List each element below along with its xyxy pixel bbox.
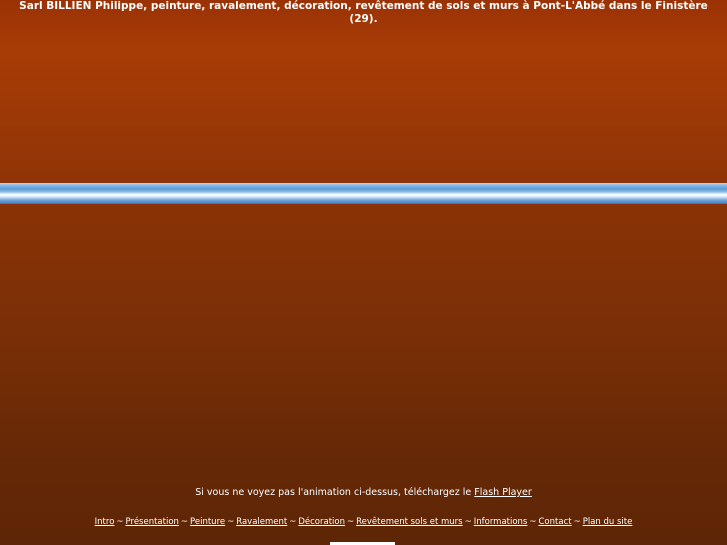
nav-link-plan-du-site[interactable]: Plan du site (583, 517, 633, 527)
page-title-line-2: (29). (349, 13, 378, 25)
nav-separator: ~ (180, 517, 189, 527)
nav-separator: ~ (116, 517, 124, 527)
nav-separator: ~ (464, 517, 472, 527)
nav-link-peinture[interactable]: Peinture (190, 517, 225, 527)
nav-separator: ~ (529, 517, 537, 527)
nav-link-decoration[interactable]: Décoration (298, 517, 345, 527)
nav-link-intro[interactable]: Intro (95, 517, 115, 527)
decorative-blue-band (0, 183, 727, 204)
nav-separator: ~ (573, 517, 581, 527)
nav-link-presentation[interactable]: Présentation (126, 517, 179, 527)
page-header: Sarl BILLIEN Philippe, peinture, ravalem… (0, 0, 727, 26)
nav-separator: ~ (347, 517, 355, 527)
validator-badge[interactable] (329, 541, 396, 545)
nav-link-revetement[interactable]: Revêtement sols et murs (356, 517, 462, 527)
nav-separator: ~ (289, 517, 297, 527)
nav-link-contact[interactable]: Contact (539, 517, 572, 527)
nav-link-informations[interactable]: Informations (474, 517, 528, 527)
footer-nav: Intro ~ Présentation ~ Peinture ~ Ravalement ~ D… (0, 517, 727, 528)
flash-player-link[interactable]: Flash Player (474, 487, 531, 498)
page-title-line-1: Sarl BILLIEN Philippe, peinture, ravalem… (19, 0, 708, 12)
nav-separator: ~ (227, 517, 235, 527)
nav-link-ravalement[interactable]: Ravalement (236, 517, 287, 527)
flash-notice: Si vous ne voyez pas l'animation ci-dess… (0, 487, 727, 499)
flash-notice-text: Si vous ne voyez pas l'animation ci-dess… (195, 487, 475, 498)
